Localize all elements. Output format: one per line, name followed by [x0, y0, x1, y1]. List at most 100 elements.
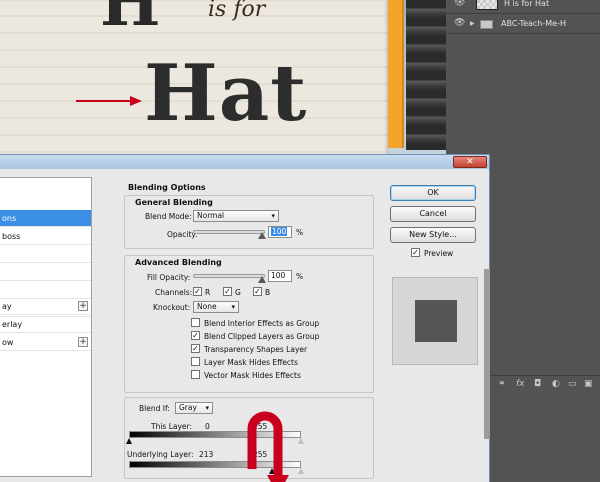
fill-opacity-label: Fill Opacity:	[147, 273, 191, 282]
knockout-value: None	[197, 302, 217, 311]
layer-mask-label: Layer Mask Hides Effects	[204, 358, 298, 367]
vector-mask-label: Vector Mask Hides Effects	[204, 371, 301, 380]
underlying-layer-label: Underlying Layer:	[127, 450, 194, 459]
layer-row[interactable]: 👁 ▶ ABC-Teach-Me-H	[446, 14, 600, 34]
blend-interior-label: Blend Interior Effects as Group	[204, 319, 320, 328]
add-style-icon[interactable]: +	[78, 337, 88, 347]
blend-clipped-label: Blend Clipped Layers as Group	[204, 332, 320, 341]
general-blending-heading: General Blending	[135, 198, 213, 207]
style-item-label: ow	[2, 338, 14, 347]
fill-opacity-slider[interactable]	[193, 274, 265, 278]
chevron-down-icon: ▾	[205, 404, 209, 412]
scrollbar[interactable]	[484, 269, 490, 439]
expand-triangle-icon[interactable]: ▶	[470, 20, 475, 27]
channels-label: Channels:	[155, 288, 193, 297]
opacity-slider[interactable]	[193, 230, 265, 234]
style-item-label: boss	[2, 232, 21, 241]
style-item[interactable]	[0, 282, 91, 299]
channel-g-checkbox[interactable]: ✓	[223, 287, 232, 296]
style-item-label: erlay	[2, 320, 23, 329]
close-button[interactable]: ✕	[453, 156, 487, 168]
blend-mode-value: Normal	[197, 211, 225, 220]
style-item-bevel-emboss[interactable]: boss	[0, 228, 91, 245]
folder-icon[interactable]: ▭	[568, 379, 577, 389]
advanced-blending-group: Advanced Blending Fill Opacity: 100 % Ch…	[124, 255, 374, 393]
link-icon[interactable]: ⚭	[498, 379, 506, 389]
chevron-down-icon: ▾	[231, 303, 235, 311]
knockout-select[interactable]: None ▾	[193, 301, 239, 313]
this-layer-min: 0	[205, 422, 210, 431]
this-layer-label: This Layer:	[151, 422, 193, 431]
preview-label: Preview	[424, 249, 454, 258]
red-arrow-icon	[76, 96, 142, 106]
new-layer-icon[interactable]: ▣	[584, 379, 593, 389]
fill-opacity-slider-thumb[interactable]	[258, 276, 266, 283]
layer-mask-checkbox[interactable]	[191, 357, 200, 366]
preview-checkbox[interactable]: ✓	[411, 248, 420, 257]
cancel-button[interactable]: Cancel	[390, 206, 476, 222]
style-item-stroke[interactable]: ay +	[0, 298, 91, 315]
blend-clipped-checkbox[interactable]: ✓	[191, 331, 200, 340]
knockout-label: Knockout:	[153, 303, 191, 312]
blending-options-heading: Blending Options	[128, 183, 206, 192]
channel-r-checkbox[interactable]: ✓	[193, 287, 202, 296]
transparency-shapes-checkbox[interactable]: ✓	[191, 344, 200, 353]
eye-icon[interactable]: 👁	[454, 19, 466, 28]
annotation-hook-arrow-icon	[247, 411, 289, 482]
opacity-value: 100	[271, 227, 288, 236]
advanced-blending-heading: Advanced Blending	[135, 258, 222, 267]
dialog-body: ons boss ay + erlay ow + Blending Option…	[0, 169, 490, 482]
style-item-label: ons	[2, 214, 17, 223]
ok-button[interactable]: OK	[390, 185, 476, 201]
style-item-label: ay	[2, 302, 12, 311]
styles-list: ons boss ay + erlay ow +	[0, 177, 92, 477]
this-layer-black-slider[interactable]	[126, 438, 132, 444]
opacity-unit: %	[296, 228, 304, 237]
style-item-overlay[interactable]: erlay	[0, 316, 91, 333]
fill-opacity-unit: %	[296, 272, 304, 281]
channel-b-checkbox[interactable]: ✓	[253, 287, 262, 296]
layer-style-dialog: ✕ ons boss ay + erlay ow + Blending Opti…	[0, 154, 490, 482]
big-letter: H	[100, 0, 163, 41]
blend-if-select[interactable]: Gray ▾	[175, 402, 213, 414]
blend-mode-select[interactable]: Normal ▾	[193, 210, 279, 222]
is-for-text: is for	[208, 0, 266, 22]
layer-name: H is for Hat	[504, 0, 550, 8]
orange-border	[388, 0, 404, 148]
fx-icon[interactable]: fx	[516, 379, 525, 389]
style-item-blending-options[interactable]: ons	[0, 210, 91, 227]
layer-row[interactable]: 👁 H is for Hat	[446, 0, 600, 14]
opacity-input[interactable]: 100	[268, 226, 292, 238]
channel-r-label: R	[205, 288, 211, 297]
chevron-down-icon: ▾	[271, 212, 275, 220]
film-strip-decoration	[406, 0, 446, 150]
adjustment-icon[interactable]: ◐	[552, 379, 560, 389]
layer-thumbnail	[476, 0, 498, 10]
fill-opacity-value: 100	[271, 271, 286, 280]
fill-opacity-input[interactable]: 100	[268, 270, 292, 282]
folder-icon	[480, 20, 493, 29]
hat-word: Hat	[144, 48, 308, 139]
transparency-shapes-label: Transparency Shapes Layer	[204, 345, 308, 354]
eye-icon[interactable]: 👁	[454, 0, 466, 8]
channel-g-label: G	[235, 288, 241, 297]
opacity-slider-thumb[interactable]	[258, 232, 266, 239]
blend-if-label: Blend If:	[139, 404, 170, 413]
add-style-icon[interactable]: +	[78, 301, 88, 311]
blend-interior-checkbox[interactable]	[191, 318, 200, 327]
mask-icon[interactable]: ◘	[534, 379, 541, 389]
style-item[interactable]	[0, 246, 91, 263]
blend-if-value: Gray	[179, 403, 197, 412]
style-preview	[392, 277, 478, 365]
underlying-layer-min: 213	[199, 450, 214, 459]
style-item-shadow[interactable]: ow +	[0, 334, 91, 351]
layer-name: ABC-Teach-Me-H	[501, 19, 566, 28]
new-style-button[interactable]: New Style...	[390, 227, 476, 243]
style-item[interactable]	[0, 264, 91, 281]
general-blending-group: General Blending Blend Mode: Normal ▾ Op…	[124, 195, 374, 249]
channel-b-label: B	[265, 288, 271, 297]
vector-mask-checkbox[interactable]	[191, 370, 200, 379]
dialog-titlebar[interactable]: ✕	[0, 155, 489, 169]
document-canvas[interactable]: H is for Hat	[0, 0, 446, 156]
preview-swatch	[415, 300, 457, 342]
